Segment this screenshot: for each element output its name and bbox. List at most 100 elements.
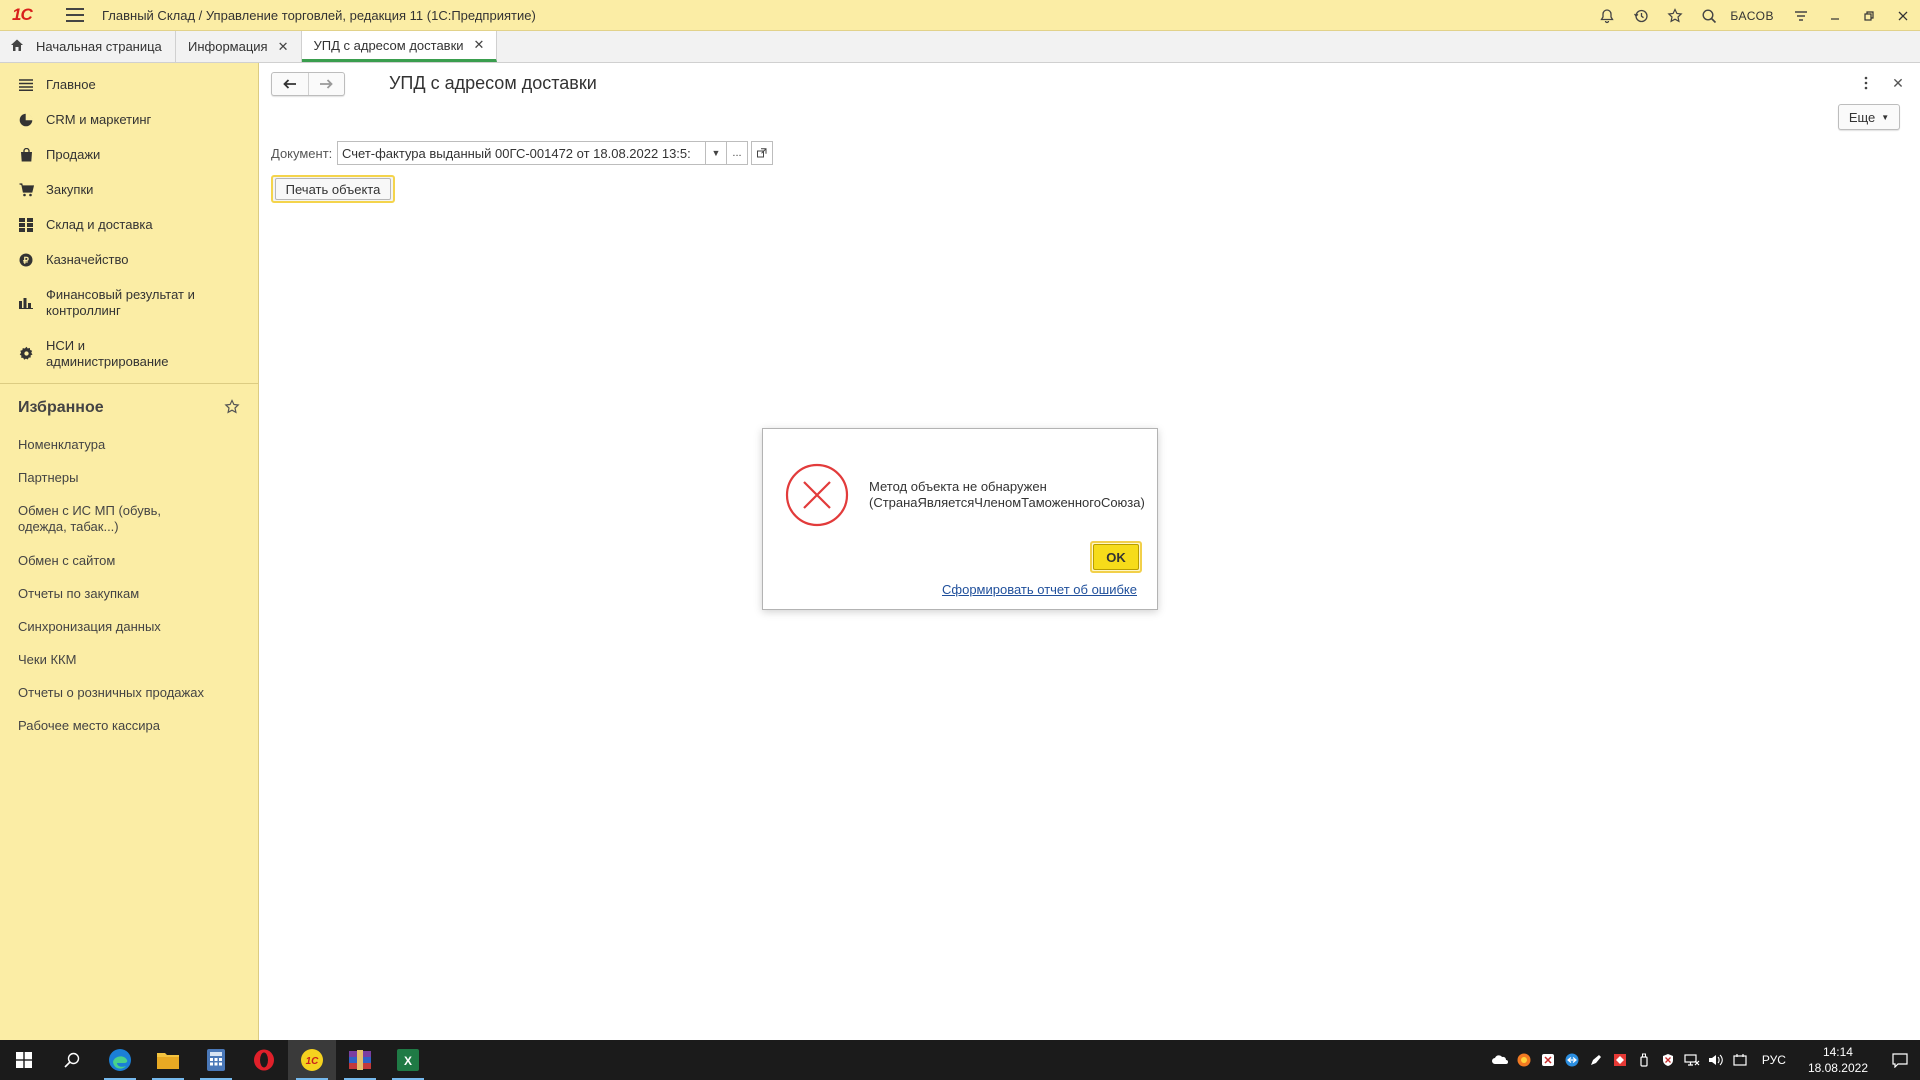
system-tray: РУС 14:14 18.08.2022 [1488,1040,1920,1080]
gear-icon [18,346,34,362]
tab-label: Информация [188,39,268,54]
app-tray-icon[interactable] [1536,1040,1560,1080]
favorites-title: Избранное [18,399,104,416]
favorite-item[interactable]: Номенклатура [0,428,258,461]
favorites-star-icon[interactable] [1658,0,1692,31]
firefox-tray-icon[interactable] [1512,1040,1536,1080]
1c-enterprise-icon[interactable]: 1С [288,1040,336,1080]
error-message: Метод объекта не обнаружен (СтранаЯвляет… [869,479,1145,510]
excel-icon[interactable]: X [384,1040,432,1080]
power-tray-icon[interactable] [1728,1040,1752,1080]
document-value[interactable]: Счет-фактура выданный 00ГС-001472 от 18.… [338,142,705,164]
language-indicator[interactable]: РУС [1752,1053,1796,1067]
tab-info[interactable]: Информация ✕ [176,31,302,62]
ruble-coin-icon: ₽ [18,252,34,268]
pie-chart-icon [18,112,34,128]
back-arrow-icon[interactable] [272,73,309,95]
document-field[interactable]: Счет-фактура выданный 00ГС-001472 от 18.… [337,141,748,165]
favorite-item[interactable]: Рабочее место кассира [0,709,258,742]
notifications-icon[interactable] [1880,1040,1920,1080]
title-bar: 1С Главный Склад / Управление торговлей,… [0,0,1920,31]
sidebar-item-warehouse[interactable]: Склад и доставка [0,207,258,242]
sidebar-item-admin[interactable]: НСИ и администрирование [0,328,258,379]
onedrive-icon[interactable] [1488,1040,1512,1080]
form-close-icon[interactable]: ✕ [1888,73,1908,93]
document-label: Документ: [271,146,333,161]
network-icon[interactable] [1680,1040,1704,1080]
shopping-bag-icon [18,147,34,163]
favorite-item[interactable]: Чеки ККМ [0,643,258,676]
tab-upd[interactable]: УПД с адресом доставки ✕ [301,31,498,62]
svg-text:₽: ₽ [23,255,29,265]
error-dialog: Метод объекта не обнаружен (СтранаЯвляет… [762,428,1158,610]
open-document-icon[interactable] [751,141,773,165]
forward-arrow-icon[interactable] [309,73,345,95]
more-vertical-icon[interactable] [1856,73,1876,93]
history-icon[interactable] [1624,0,1658,31]
file-explorer-icon[interactable] [144,1040,192,1080]
history-navigation [271,72,345,96]
home-icon [10,38,24,55]
search-icon[interactable] [1692,0,1726,31]
minimize-icon[interactable] [1818,0,1852,31]
tab-close-icon[interactable]: ✕ [474,37,485,53]
error-report-link[interactable]: Сформировать отчет об ошибке [942,582,1137,597]
sidebar-item-finance[interactable]: Финансовый результат и контроллинг [0,277,258,328]
sidebar-divider [0,383,258,384]
grid-icon [18,217,34,233]
anydesk-icon[interactable] [1608,1040,1632,1080]
sidebar: Главное CRM и маркетинг Продажи Закупки … [0,63,259,1040]
opera-browser-icon[interactable] [240,1040,288,1080]
sidebar-item-crm[interactable]: CRM и маркетинг [0,102,258,137]
page-title: УПД с адресом доставки [389,73,597,93]
winrar-icon[interactable] [336,1040,384,1080]
svg-text:1С: 1С [306,1056,320,1067]
more-button[interactable]: Еще ▼ [1838,104,1900,130]
main-menu-icon[interactable] [66,8,84,22]
restore-icon[interactable] [1852,0,1886,31]
usb-icon[interactable] [1632,1040,1656,1080]
favorite-item[interactable]: Отчеты по закупкам [0,577,258,610]
bell-icon[interactable] [1590,0,1624,31]
calculator-icon[interactable] [192,1040,240,1080]
teamviewer-icon[interactable] [1560,1040,1584,1080]
favorites-header: Избранное [0,388,258,428]
menu-icon [18,77,34,93]
search-icon[interactable] [48,1040,96,1080]
favorite-item[interactable]: Обмен с сайтом [0,544,258,577]
tabs-bar: Начальная страница Информация ✕ УПД с ад… [0,31,1920,63]
tab-label: УПД с адресом доставки [313,37,464,53]
sidebar-item-treasury[interactable]: ₽ Казначейство [0,242,258,277]
window-title: Главный Склад / Управление торговлей, ре… [102,7,536,23]
pen-tray-icon[interactable] [1584,1040,1608,1080]
svg-text:X: X [404,1054,412,1068]
bar-chart-icon [18,295,34,311]
ok-button[interactable]: OK [1090,541,1142,573]
tab-close-icon[interactable]: ✕ [278,39,289,55]
sidebar-item-main[interactable]: Главное [0,67,258,102]
error-icon [785,463,849,527]
system-clock[interactable]: 14:14 18.08.2022 [1796,1044,1880,1076]
sidebar-item-sales[interactable]: Продажи [0,137,258,172]
tab-label: Начальная страница [36,39,162,54]
dropdown-icon[interactable]: ▼ [705,142,726,164]
sidebar-item-purchases[interactable]: Закупки [0,172,258,207]
taskbar: 1С X РУС 14:14 18.08.2022 [0,1040,1920,1080]
security-tray-icon[interactable] [1656,1040,1680,1080]
settings-lines-icon[interactable] [1784,0,1818,31]
select-button[interactable]: ... [726,142,747,164]
favorite-item[interactable]: Отчеты о розничных продажах [0,676,258,709]
close-icon[interactable] [1886,0,1920,31]
favorite-item[interactable]: Обмен с ИС МП (обувь, одежда, табак...) [0,494,230,544]
windows-start-icon[interactable] [0,1040,48,1080]
favorite-item[interactable]: Синхронизация данных [0,610,258,643]
print-object-button[interactable]: Печать объекта [271,175,395,203]
tab-home[interactable]: Начальная страница [0,31,176,62]
caret-down-icon: ▼ [1881,112,1890,122]
favorite-item[interactable]: Партнеры [0,461,258,494]
edge-browser-icon[interactable] [96,1040,144,1080]
user-name[interactable]: БАСОВ [1726,9,1784,23]
cart-icon [18,182,34,198]
volume-icon[interactable] [1704,1040,1728,1080]
star-icon[interactable] [224,398,240,418]
